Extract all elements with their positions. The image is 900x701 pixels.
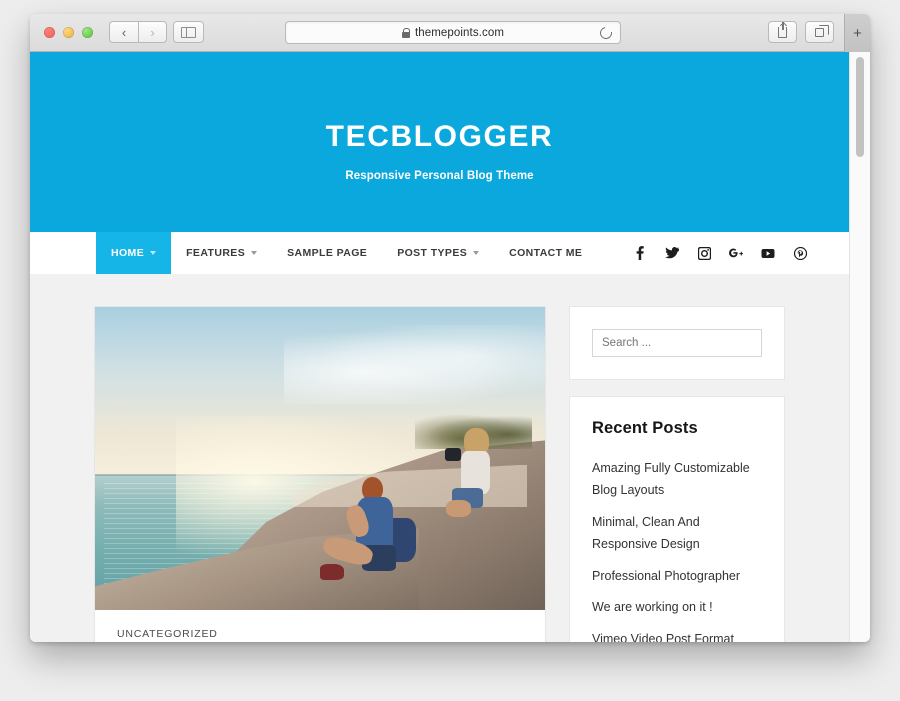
list-item[interactable]: Vimeo Video Post Format <box>592 629 762 642</box>
social-links <box>633 232 807 274</box>
search-input[interactable] <box>592 329 762 357</box>
list-item[interactable]: Minimal, Clean And Responsive Design <box>592 512 762 556</box>
main-column: UNCATEGORIZED <box>94 306 546 642</box>
nav-item-label: POST TYPES <box>397 247 468 259</box>
share-icon <box>778 21 787 38</box>
clouds-layer <box>284 325 545 404</box>
recent-posts-widget: Recent Posts Amazing Fully Customizable … <box>569 396 785 642</box>
camera-icon <box>444 447 462 462</box>
photographer-leg <box>446 499 472 518</box>
web-page: TECBLOGGER Responsive Personal Blog Them… <box>30 52 849 642</box>
nav-item-contact-me[interactable]: CONTACT ME <box>494 232 597 274</box>
googleplus-icon[interactable] <box>729 246 743 260</box>
forward-button[interactable]: › <box>138 21 167 43</box>
instagram-icon[interactable] <box>697 246 711 260</box>
share-button[interactable] <box>768 21 797 43</box>
chevron-down-icon <box>473 251 480 255</box>
maximize-window-button[interactable] <box>82 27 93 38</box>
window-controls <box>44 27 93 38</box>
minimize-window-button[interactable] <box>63 27 74 38</box>
nav-item-sample-page[interactable]: SAMPLE PAGE <box>272 232 382 274</box>
sidebar-toggle-button[interactable] <box>173 21 204 43</box>
list-item[interactable]: Professional Photographer <box>592 566 762 588</box>
chevron-down-icon <box>150 251 157 255</box>
site-navigation: HOME FEATURES SAMPLE PAGE POST TYPES CON… <box>30 232 849 274</box>
person-photographer <box>444 428 509 525</box>
scrollbar-thumb[interactable] <box>856 57 864 157</box>
nav-item-post-types[interactable]: POST TYPES <box>382 232 494 274</box>
chevron-down-icon <box>251 251 258 255</box>
page-scrollbar[interactable] <box>849 52 870 642</box>
site-title: TECBLOGGER <box>325 120 554 153</box>
post-category[interactable]: UNCATEGORIZED <box>95 610 545 642</box>
tabs-icon <box>815 25 829 37</box>
address-bar[interactable]: themepoints.com <box>285 21 621 44</box>
post-card: UNCATEGORIZED <box>94 306 546 642</box>
page-content: UNCATEGORIZED Recent Posts Amazing Fully… <box>30 274 849 642</box>
browser-window: ‹ › themepoints.com + TECBLOGGER Respons… <box>30 14 870 642</box>
person-seated <box>320 476 419 598</box>
lock-icon <box>401 27 411 38</box>
nav-item-label: CONTACT ME <box>509 247 583 259</box>
sidebar-icon <box>181 26 196 38</box>
tabs-overview-button[interactable] <box>805 21 834 43</box>
widget-title: Recent Posts <box>592 419 698 437</box>
browser-viewport: TECBLOGGER Responsive Personal Blog Them… <box>30 52 870 642</box>
list-item[interactable]: We are working on it ! <box>592 597 762 619</box>
new-tab-button[interactable]: + <box>844 14 870 52</box>
nav-item-label: FEATURES <box>186 247 246 259</box>
close-window-button[interactable] <box>44 27 55 38</box>
site-header: TECBLOGGER Responsive Personal Blog Them… <box>30 52 849 232</box>
nav-item-features[interactable]: FEATURES <box>171 232 272 274</box>
nav-menu: HOME FEATURES SAMPLE PAGE POST TYPES CON… <box>96 232 597 274</box>
recent-posts-list: Amazing Fully Customizable Blog Layouts … <box>592 458 762 642</box>
twitter-icon[interactable] <box>665 246 679 260</box>
nav-item-label: HOME <box>111 247 145 259</box>
url-text: themepoints.com <box>414 26 505 39</box>
browser-toolbar: ‹ › themepoints.com + <box>30 14 870 52</box>
search-widget <box>569 306 785 380</box>
pinterest-icon[interactable] <box>793 246 807 260</box>
site-tagline: Responsive Personal Blog Theme <box>345 170 534 182</box>
youtube-icon[interactable] <box>761 246 775 260</box>
person-shoe <box>320 563 345 580</box>
reload-icon[interactable] <box>597 24 615 42</box>
navigation-arrows: ‹ › <box>109 21 167 43</box>
facebook-icon[interactable] <box>633 246 647 260</box>
list-item[interactable]: Amazing Fully Customizable Blog Layouts <box>592 458 762 502</box>
nav-item-home[interactable]: HOME <box>96 232 172 274</box>
post-featured-image[interactable] <box>95 307 545 610</box>
nav-item-label: SAMPLE PAGE <box>287 247 368 259</box>
sidebar: Recent Posts Amazing Fully Customizable … <box>569 306 785 642</box>
toolbar-right-buttons <box>768 21 834 43</box>
back-button[interactable]: ‹ <box>109 21 138 43</box>
